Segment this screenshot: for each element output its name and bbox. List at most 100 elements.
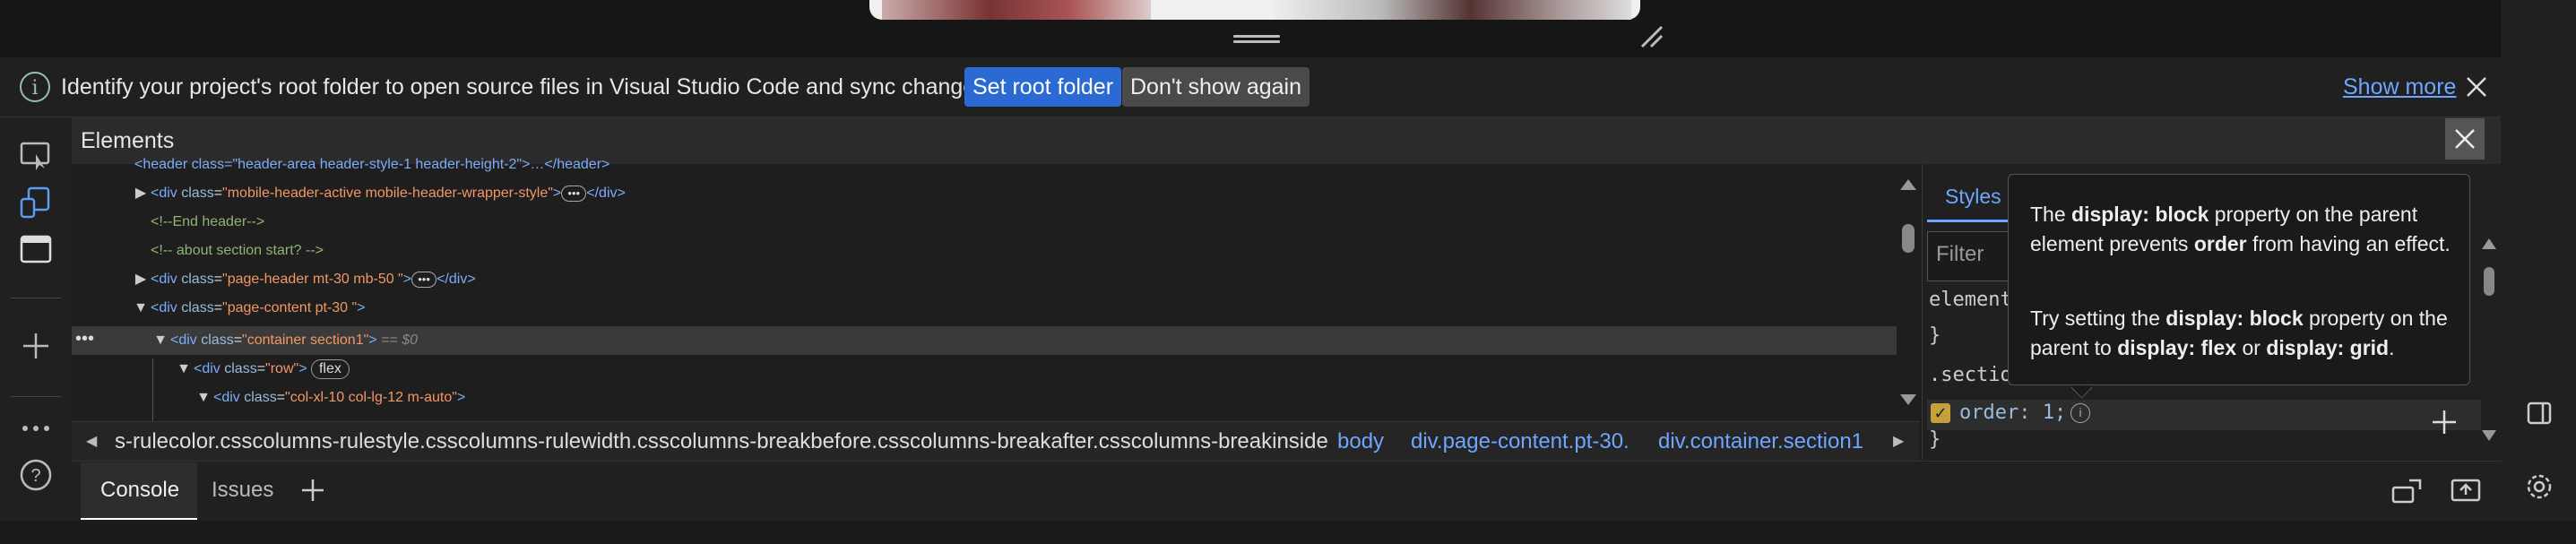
collapse-triangle-icon[interactable]: ▼ (131, 294, 151, 323)
tag-open: <div (151, 300, 182, 315)
rule-selector[interactable]: .sectio (1929, 364, 2012, 386)
dont-show-again-button[interactable]: Don't show again (1122, 67, 1310, 107)
collapse-triangle-icon[interactable]: ▼ (194, 384, 213, 412)
dom-comment[interactable]: <!--End header--> (151, 208, 264, 237)
attr-eq: = (233, 332, 243, 348)
inspect-element-icon[interactable] (18, 138, 54, 174)
help-icon[interactable]: ? (18, 457, 54, 493)
attr-name: class (244, 390, 277, 405)
activity-divider (11, 396, 61, 397)
dom-node[interactable]: ▼ <div class="col-xl-10 col-lg-12 m-auto"… (194, 384, 465, 412)
attr-eq: = (213, 300, 223, 315)
dom-node[interactable]: ▶ <div class="mobile-header-active mobile… (131, 179, 626, 208)
page-image-left (882, 0, 1151, 20)
welcome-panel-icon[interactable] (18, 231, 54, 267)
right-side-toolbar (2501, 0, 2576, 544)
tag-open: <div (194, 361, 225, 376)
attr-name: class (224, 361, 257, 376)
dom-comment[interactable]: <!-- about section start? --> (151, 237, 324, 265)
attr-name: class (201, 332, 234, 348)
breadcrumb-item[interactable]: div.container.section1 (1658, 422, 1863, 462)
attr-eq: = (213, 272, 223, 287)
dom-node-selected[interactable]: ▼ <div class="container section1"> == $0 (151, 326, 418, 355)
tooltip-paragraph: The display: block property on the paren… (2030, 203, 2451, 255)
add-drawer-tab-icon[interactable] (301, 479, 324, 502)
tag-end: > (368, 332, 377, 348)
show-more-link[interactable]: Show more (2343, 72, 2456, 102)
resize-grip-icon[interactable] (1638, 25, 1665, 48)
declaration-checkbox[interactable]: ✓ (1931, 403, 1950, 423)
attr-value: "row" (265, 361, 299, 376)
selected-marker: == $0 (381, 332, 418, 348)
rule-close-brace: } (1929, 428, 1941, 451)
collapse-triangle-icon[interactable]: ▼ (151, 326, 170, 355)
drawer-tab-bar (72, 461, 2501, 521)
attr-value: "col-xl-10 col-lg-12 m-auto" (285, 390, 457, 405)
tag-open: <div (170, 332, 202, 348)
attr-name: class (181, 272, 214, 287)
close-icon (2455, 129, 2475, 149)
tab-console[interactable]: Console (81, 462, 197, 520)
tag-open: <div (151, 272, 182, 287)
tree-guide-line (152, 358, 153, 421)
attr-eq: = (276, 390, 286, 405)
toggle-sidebar-icon[interactable] (2526, 400, 2553, 427)
close-panel-button[interactable] (2445, 118, 2485, 160)
drawer-resize-handle[interactable] (1233, 32, 1280, 45)
more-tools-icon[interactable] (18, 410, 54, 446)
attr-value: "page-content pt-30 " (222, 300, 358, 315)
device-emulation-icon[interactable] (18, 185, 54, 220)
collapsed-content-ellipsis[interactable]: ••• (411, 271, 437, 288)
dom-line-partial[interactable]: <header class="header-area header-style-… (134, 151, 609, 179)
tag-end: > (456, 390, 466, 405)
node-options-ellipsis[interactable]: ••• (75, 326, 94, 351)
tag-close: </div> (586, 186, 626, 201)
attr-value: "mobile-header-active mobile-header-wrap… (222, 186, 553, 201)
flex-badge[interactable]: flex (310, 358, 350, 379)
tab-styles[interactable]: Styles (1945, 185, 2001, 209)
inactive-property-info-icon[interactable]: i (2070, 403, 2090, 423)
attr-eq: = (256, 361, 266, 376)
expand-triangle-icon[interactable]: ▶ (131, 265, 151, 294)
svg-text:?: ? (30, 466, 40, 486)
dock-drawer-icon[interactable] (2391, 479, 2422, 504)
breadcrumb-scroll-left-icon[interactable]: ◀ (86, 422, 97, 462)
breadcrumb-bar: ◀ s-rulecolor.csscolumns-rulestyle.cssco… (72, 421, 1920, 462)
tag-end: > (357, 300, 366, 315)
attr-name: class (181, 186, 214, 201)
settings-gear-icon[interactable] (2524, 471, 2554, 502)
taskbar-strip (0, 521, 2576, 544)
attr-name: class (181, 300, 214, 315)
undock-drawer-icon[interactable] (2451, 477, 2481, 504)
dom-scrollbar[interactable] (1897, 170, 1920, 421)
breadcrumb-item[interactable]: body (1337, 422, 1384, 462)
infobar-message: Identify your project's root folder to o… (61, 74, 993, 99)
tag-end: > (298, 361, 307, 376)
dom-node[interactable]: ▶ <div class="page-header mt-30 mb-50 "> •… (131, 265, 476, 294)
active-tab-indicator (1927, 220, 2008, 222)
tag-close: </div> (437, 272, 476, 287)
attr-value: "page-header mt-30 mb-50 " (222, 272, 403, 287)
breadcrumb-item[interactable]: s-rulecolor.csscolumns-rulestyle.csscolu… (115, 422, 1328, 462)
new-style-rule-icon[interactable] (2431, 409, 2458, 436)
add-tool-icon[interactable] (18, 328, 54, 364)
tab-console-label: Console (100, 478, 180, 502)
breadcrumb-scroll-right-icon[interactable]: ▶ (1893, 422, 1904, 462)
dom-node[interactable]: ▼ <div class="page-content pt-30 "> (131, 294, 366, 323)
styles-scrollbar[interactable] (2479, 231, 2499, 446)
tooltip-paragraph: Try setting the display: block property … (2030, 307, 2448, 359)
dom-node[interactable]: ▼ <div class="row"> flex (174, 355, 350, 384)
tag-open: <div (151, 186, 182, 201)
attr-value: "container section1" (242, 332, 369, 348)
declaration-text[interactable]: order: 1; (1959, 400, 2066, 427)
breadcrumb-item[interactable]: div.page-content.pt-30. (1411, 422, 1629, 462)
collapsed-content-ellipsis[interactable]: ••• (561, 185, 587, 202)
expand-triangle-icon[interactable]: ▶ (131, 179, 151, 208)
set-root-folder-button[interactable]: Set root folder (964, 67, 1122, 107)
filter-placeholder: Filter (1936, 242, 1984, 266)
info-icon: i (20, 72, 50, 102)
close-infobar-icon[interactable] (2463, 71, 2490, 103)
element-style-selector: element (1929, 289, 2012, 311)
collapse-triangle-icon[interactable]: ▼ (174, 355, 194, 384)
tab-issues[interactable]: Issues (212, 462, 273, 518)
